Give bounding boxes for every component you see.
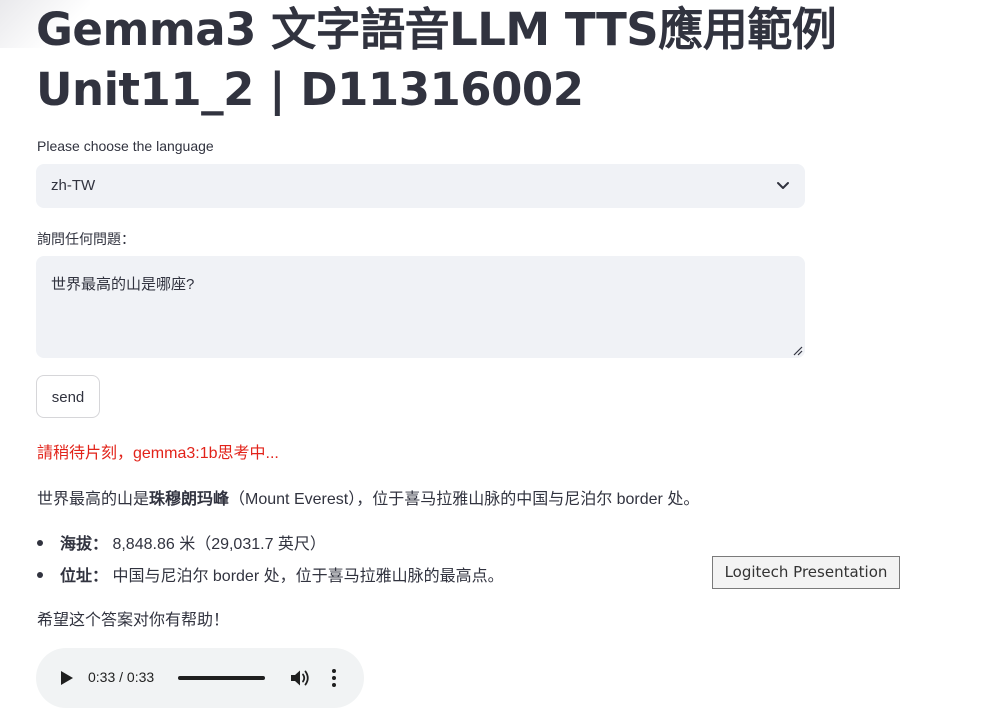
list-item: 海拔： 8,848.86 米（29,031.7 英尺） <box>37 530 326 554</box>
audio-time: 0:33 / 0:33 <box>88 669 155 685</box>
language-select-value: zh-TW <box>51 177 96 194</box>
list-item: 位址： 中国与尼泊尔 border 处，位于喜马拉雅山脉的最高点。 <box>37 562 504 586</box>
resize-handle-icon[interactable] <box>791 344 803 356</box>
bullet-icon <box>37 539 43 546</box>
language-select[interactable]: zh-TW <box>36 164 805 208</box>
audio-progress-slider[interactable] <box>178 676 265 680</box>
volume-icon[interactable] <box>290 669 310 687</box>
logitech-tooltip: Logitech Presentation <box>712 556 900 589</box>
bullet-icon <box>37 571 43 578</box>
bullet-text: 中国与尼泊尔 border 处，位于喜马拉雅山脉的最高点。 <box>108 568 504 585</box>
question-textarea[interactable]: 世界最高的山是哪座? <box>36 256 805 358</box>
question-label: 詢問任何問題： <box>37 231 135 247</box>
answer-intro-suffix: （Mount Everest），位于喜马拉雅山脉的中国与尼泊尔 border 处… <box>229 491 700 508</box>
bullet-text: 8,848.86 米（29,031.7 英尺） <box>108 536 326 553</box>
answer-intro-bold: 珠穆朗玛峰 <box>149 491 230 508</box>
answer-intro-prefix: 世界最高的山是 <box>37 491 150 508</box>
page-title: Gemma3 文字語音LLM TTS應用範例 Unit11_2 | D11316… <box>36 0 837 120</box>
answer-closing: 希望这个答案对你有帮助！ <box>37 612 230 629</box>
page-title-line-2: Unit11_2 | D11316002 <box>36 63 584 116</box>
status-message: 請稍待片刻，gemma3:1b思考中... <box>37 445 279 462</box>
more-vertical-icon[interactable] <box>330 668 338 688</box>
send-button[interactable]: send <box>36 375 100 418</box>
question-text: 世界最高的山是哪座? <box>51 276 195 293</box>
bullet-label: 位址： <box>60 568 109 585</box>
language-label: Please choose the language <box>37 138 214 154</box>
chevron-down-icon <box>777 182 789 189</box>
play-icon[interactable] <box>60 670 74 686</box>
answer-intro: 世界最高的山是珠穆朗玛峰（Mount Everest），位于喜马拉雅山脉的中国与… <box>37 485 699 509</box>
audio-player[interactable]: 0:33 / 0:33 <box>36 648 364 708</box>
page-title-line-1: Gemma3 文字語音LLM TTS應用範例 <box>36 3 837 56</box>
bullet-label: 海拔： <box>60 536 109 553</box>
